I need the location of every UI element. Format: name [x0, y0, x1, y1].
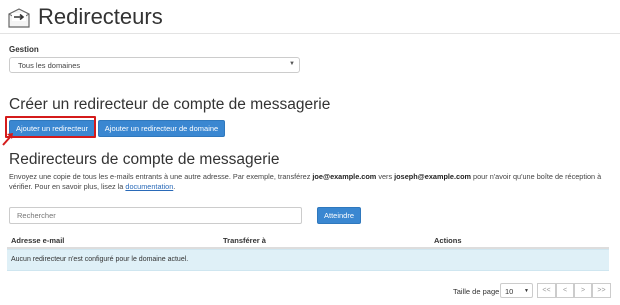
table-header: Adresse e-mail Transférer à Actions	[7, 234, 609, 249]
chevron-down-icon: ▼	[289, 61, 295, 67]
header-divider	[0, 33, 620, 34]
forward-arrow-icon	[8, 8, 30, 28]
list-section-title: Redirecteurs de compte de messagerie	[9, 151, 280, 168]
page-title: Redirecteurs	[38, 4, 163, 29]
prev-page-button[interactable]: <	[556, 283, 574, 298]
last-page-button[interactable]: >>	[592, 283, 611, 298]
domain-select-value: Tous les domaines	[18, 61, 81, 70]
column-actions: Actions	[434, 236, 462, 245]
add-domain-forwarder-button[interactable]: Ajouter un redirecteur de domaine	[98, 120, 225, 137]
list-description: Envoyez une copie de tous les e-mails en…	[9, 172, 602, 191]
page-size-label: Taille de page	[453, 287, 500, 296]
gestion-label: Gestion	[9, 45, 39, 54]
create-section-title: Créer un redirecteur de compte de messag…	[9, 96, 331, 113]
domain-select[interactable]: Tous les domaines ▼	[9, 57, 300, 73]
highlight-box	[5, 116, 96, 138]
forwarders-table: Adresse e-mail Transférer à Actions Aucu…	[7, 234, 609, 271]
documentation-link[interactable]: documentation	[125, 182, 173, 191]
next-page-button[interactable]: >	[574, 283, 592, 298]
first-page-button[interactable]: <<	[537, 283, 556, 298]
column-email[interactable]: Adresse e-mail	[11, 236, 64, 245]
pointer-arrow-icon	[2, 133, 13, 146]
chevron-down-icon: ▼	[524, 288, 529, 294]
column-forward-to[interactable]: Transférer à	[223, 236, 266, 245]
empty-row: Aucun redirecteur n'est configuré pour l…	[7, 249, 609, 271]
page-size-select[interactable]: 10 ▼	[500, 283, 533, 298]
empty-message: Aucun redirecteur n'est configuré pour l…	[11, 256, 189, 263]
go-button[interactable]: Atteindre	[317, 207, 361, 224]
search-input[interactable]	[9, 207, 302, 224]
